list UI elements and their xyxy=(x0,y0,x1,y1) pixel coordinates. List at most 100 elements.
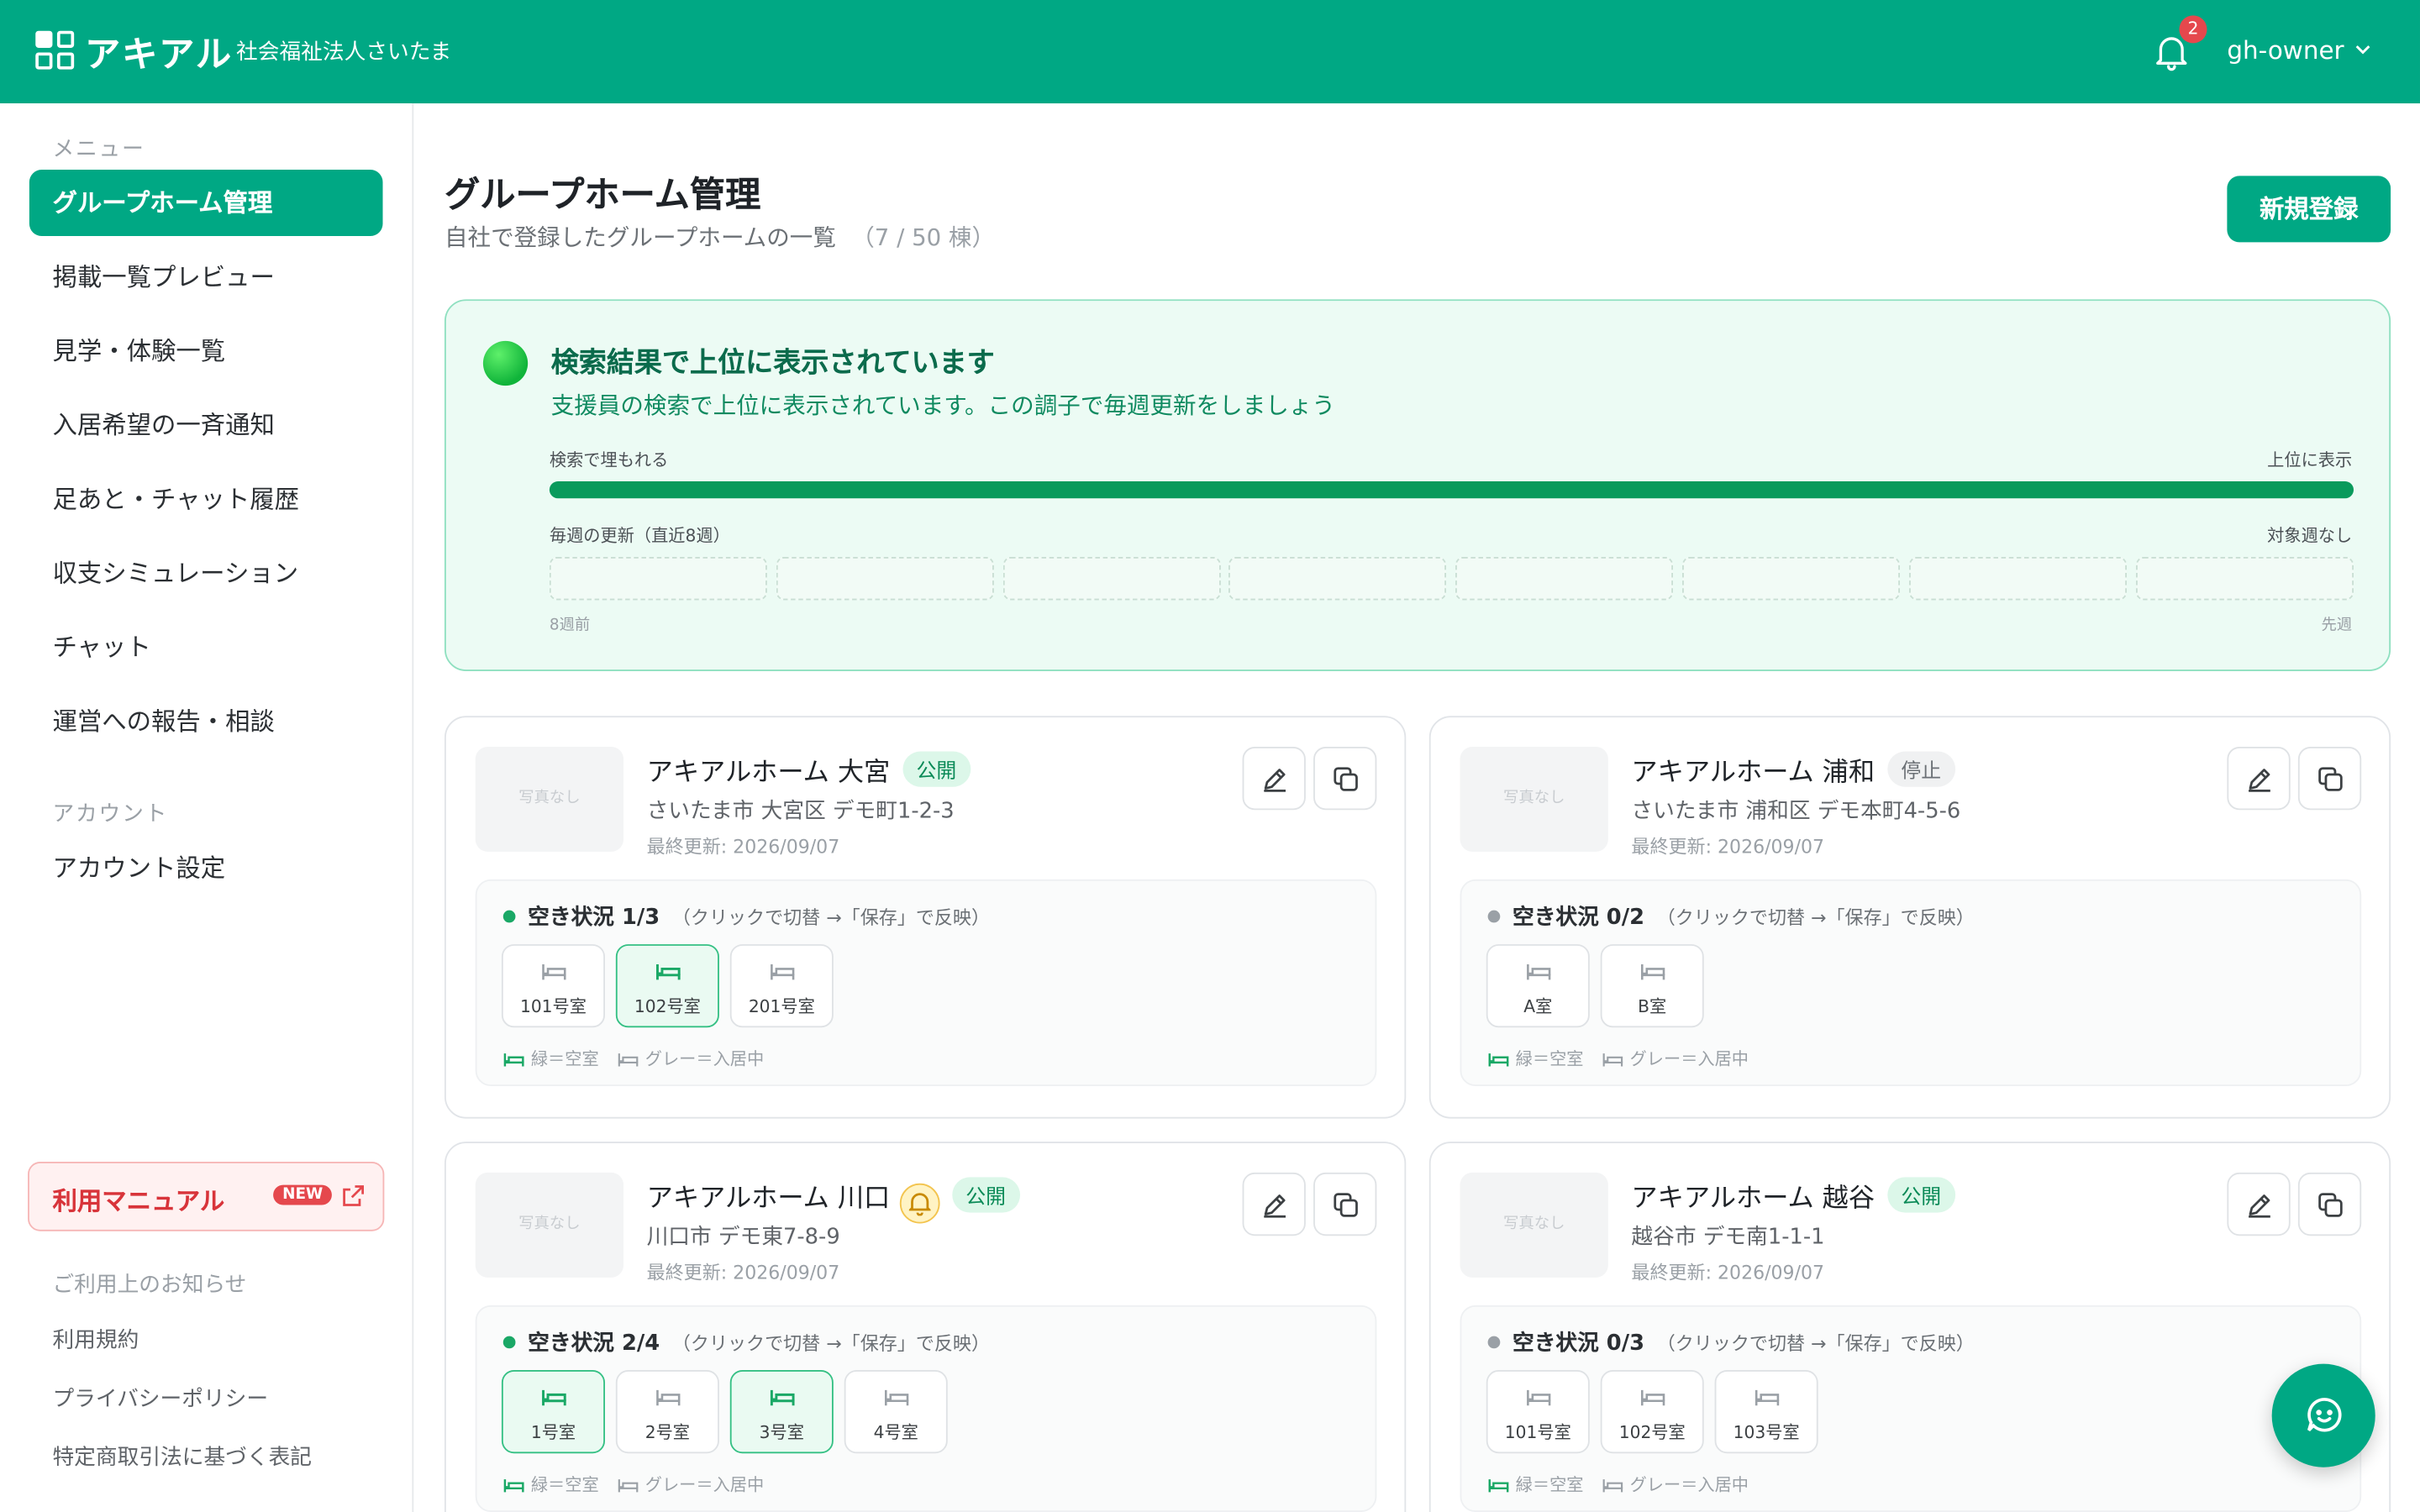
chevron-down-icon[interactable] xyxy=(2355,43,2370,55)
new-badge: NEW xyxy=(273,1184,333,1205)
room-toggle[interactable]: A室 xyxy=(1486,944,1590,1028)
home-address: さいたま市 浦和区 デモ本町4-5-6 xyxy=(1631,799,1961,824)
room-name: 201号室 xyxy=(748,996,815,1017)
room-toggle[interactable]: 102号室 xyxy=(615,944,719,1028)
room-toggle[interactable]: 103号室 xyxy=(1714,1370,1818,1454)
vacancy-legend: 緑＝空室 グレー＝入居中 xyxy=(503,1472,764,1496)
vacancy-panel: 空き状況 0/2 （クリックで切替 →「保存」で反映） A室 B室 緑＝空室 グレー… xyxy=(1460,879,2362,1087)
home-name[interactable]: アキアルホーム 越谷 xyxy=(1631,1184,1875,1215)
home-card: 写真なし アキアルホーム 浦和 停止 さいたま市 浦和区 デモ本町4-5-6 最終… xyxy=(1428,716,2391,1119)
room-toggle[interactable]: 3号室 xyxy=(729,1370,834,1454)
edit-button[interactable] xyxy=(1242,1172,1306,1236)
account-heading: アカウント xyxy=(52,802,169,827)
status-description: 支援員の検索で上位に表示されています。この調子で毎週更新をしましょう xyxy=(550,391,1335,420)
user-menu[interactable]: gh-owner xyxy=(2227,35,2344,65)
week-cell xyxy=(1682,557,1901,601)
notice-heading: ご利用上のお知らせ xyxy=(52,1273,247,1298)
chat-bubble-icon xyxy=(2307,1398,2342,1432)
bed-icon xyxy=(1527,963,1551,980)
duplicate-button[interactable] xyxy=(2297,746,2362,811)
room-toggle[interactable]: 2号室 xyxy=(615,1370,719,1454)
sidebar-item-account-settings[interactable]: アカウント設定 xyxy=(29,835,383,901)
room-name: 4号室 xyxy=(873,1422,918,1443)
bed-icon xyxy=(1754,1389,1780,1406)
room-toggle[interactable]: 102号室 xyxy=(1600,1370,1704,1454)
last-updated: 最終更新: 2026/09/07 xyxy=(646,836,840,858)
edit-button[interactable] xyxy=(2227,1172,2291,1236)
weeks-start-label: 8週前 xyxy=(549,617,591,634)
app-logo-icon[interactable] xyxy=(35,30,76,71)
home-address: 越谷市 デモ南1-1-1 xyxy=(1631,1225,1825,1250)
sidebar-item-history[interactable]: 足あと・チャット履歴 xyxy=(29,466,383,533)
room-name: 2号室 xyxy=(644,1422,691,1443)
alert-bell-icon[interactable] xyxy=(899,1183,940,1224)
vacancy-count: 空き状況 0/3 xyxy=(1512,1331,1645,1357)
new-registration-button[interactable]: 新規登録 xyxy=(2227,176,2391,243)
home-card: 写真なし アキアルホーム 大宮 公開 さいたま市 大宮区 デモ町1-2-3 最終更… xyxy=(444,716,1407,1119)
terms-link[interactable]: 利用規約 xyxy=(52,1324,139,1355)
sidebar-item-listing-preview[interactable]: 掲載一覧プレビュー xyxy=(29,244,383,310)
home-name[interactable]: アキアルホーム 川口 xyxy=(647,1184,891,1215)
edit-button[interactable] xyxy=(2227,746,2291,811)
home-name-row: アキアルホーム 大宮 公開 xyxy=(647,750,971,789)
room-name: A室 xyxy=(1523,996,1553,1017)
vacancy-hint: （クリックで切替 →「保存」で反映） xyxy=(671,1332,991,1355)
privacy-link[interactable]: プライバシーポリシー xyxy=(52,1383,268,1414)
room-name: 101号室 xyxy=(1504,1422,1571,1443)
status-title: 検索結果で上位に表示されています xyxy=(550,347,995,380)
organization-name: 社会福祉法人さいたま xyxy=(236,39,452,66)
legend-occupied: グレー＝入居中 xyxy=(644,1474,765,1495)
weekly-updates-status: 対象週なし xyxy=(2267,526,2353,547)
vacancy-title: 空き状況 1/3 （クリックで切替 →「保存」で反映） xyxy=(528,901,990,932)
manual-link[interactable]: 利用マニュアル NEW xyxy=(28,1162,385,1231)
home-name[interactable]: アキアルホーム 浦和 xyxy=(1631,758,1875,789)
sidebar-item-group-home[interactable]: グループホーム管理 xyxy=(29,170,383,237)
vacancy-title: 空き状況 2/4 （クリックで切替 →「保存」で反映） xyxy=(528,1327,990,1358)
weeks-end-label: 先週 xyxy=(2321,617,2353,634)
bed-icon xyxy=(1527,1389,1551,1406)
vacancy-legend: 緑＝空室 グレー＝入居中 xyxy=(1488,1472,1749,1496)
duplicate-button[interactable] xyxy=(2297,1172,2362,1236)
room-toggle[interactable]: 4号室 xyxy=(844,1370,948,1454)
room-toggle[interactable]: 1号室 xyxy=(501,1370,605,1454)
commerce-law-link[interactable]: 特定商取引法に基づく表記 xyxy=(52,1441,312,1473)
room-toggle[interactable]: 201号室 xyxy=(729,944,834,1028)
notification-count-badge: 2 xyxy=(2179,15,2207,44)
copy-icon xyxy=(1334,767,1358,791)
week-cell xyxy=(549,557,767,601)
pencil-icon xyxy=(1264,769,1286,792)
duplicate-button[interactable] xyxy=(1313,1172,1377,1236)
legend-occupied: グレー＝入居中 xyxy=(1629,1474,1749,1495)
duplicate-button[interactable] xyxy=(1313,746,1377,811)
menu-heading: メニュー xyxy=(52,137,145,162)
sidebar-item-visits[interactable]: 見学・体験一覧 xyxy=(29,318,383,384)
sidebar-item-report[interactable]: 運営への報告・相談 xyxy=(29,688,383,754)
vacancy-dot xyxy=(1487,1336,1501,1349)
sidebar-item-bulk-notify[interactable]: 入居希望の一斉通知 xyxy=(29,392,383,459)
bed-icon xyxy=(1602,1479,1623,1493)
room-toggle[interactable]: 101号室 xyxy=(501,944,605,1028)
room-name: 101号室 xyxy=(519,996,587,1017)
bed-icon xyxy=(771,963,795,980)
edit-button[interactable] xyxy=(1242,746,1306,811)
legend-free: 緑＝空室 xyxy=(1515,1474,1584,1495)
room-name: B室 xyxy=(1638,996,1667,1017)
sidebar-item-chat[interactable]: チャット xyxy=(29,614,383,680)
manual-label: 利用マニュアル xyxy=(52,1186,225,1216)
bed-icon xyxy=(542,963,566,980)
brand-name[interactable]: アキアル xyxy=(85,24,233,76)
room-toggle[interactable]: 101号室 xyxy=(1486,1370,1590,1454)
vacancy-panel: 空き状況 0/3 （クリックで切替 →「保存」で反映） 101号室 102号室 1… xyxy=(1460,1305,2362,1512)
pencil-icon xyxy=(2249,1194,2270,1218)
copy-icon xyxy=(1334,1193,1358,1217)
sidebar-item-simulation[interactable]: 収支シミュレーション xyxy=(29,540,383,606)
room-toggle[interactable]: B室 xyxy=(1600,944,1704,1028)
bed-icon xyxy=(1602,1053,1623,1067)
bed-icon xyxy=(503,1053,524,1067)
weekly-updates-label: 毎週の更新（直近8週） xyxy=(549,526,730,547)
bed-icon xyxy=(770,1389,795,1406)
home-name[interactable]: アキアルホーム 大宮 xyxy=(647,758,891,789)
week-cell xyxy=(1228,557,1447,601)
chat-support-button[interactable] xyxy=(2271,1363,2375,1467)
legend-occupied: グレー＝入居中 xyxy=(644,1048,765,1069)
